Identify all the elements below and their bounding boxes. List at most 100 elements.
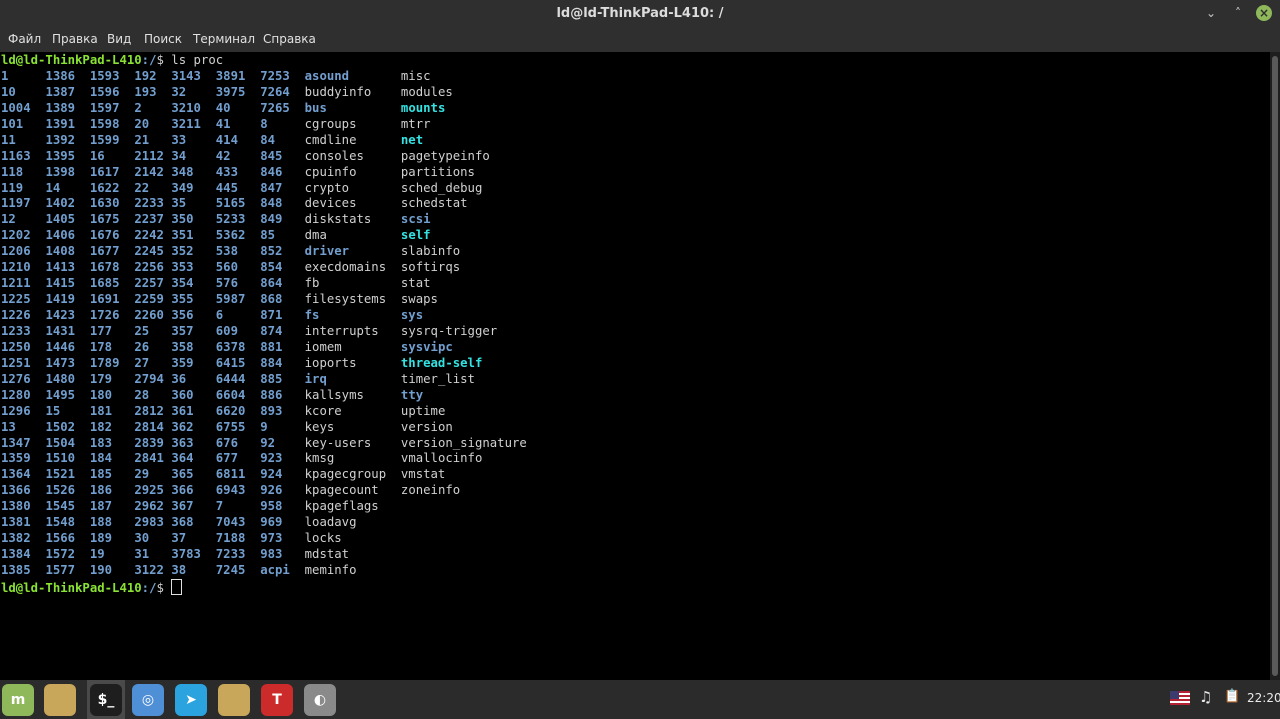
ls-entry: 1446	[45, 339, 76, 354]
ls-entry: 1480	[45, 371, 76, 386]
files-folder-icon[interactable]	[44, 684, 76, 716]
ls-entry: 348	[171, 164, 194, 179]
ls-entry: 849	[260, 212, 283, 227]
ls-entry: 1384	[1, 547, 31, 562]
ls-entry: 1597	[89, 100, 120, 115]
ls-entry: 19	[89, 547, 105, 562]
ls-entry: 1391	[45, 116, 76, 131]
ls-entry: vmstat	[400, 467, 446, 482]
menu-file[interactable]: Файл	[8, 32, 41, 46]
ls-entry: 1572	[45, 547, 76, 562]
ls-entry: crypto	[304, 180, 350, 195]
ls-entry: timer_list	[400, 371, 475, 386]
prompt-user-host: ld@ld-ThinkPad-L410	[1, 53, 142, 67]
menu-terminal[interactable]: Терминал	[193, 32, 255, 46]
ls-entry: 34	[171, 148, 187, 163]
ls-entry: sysvipc	[400, 339, 453, 354]
telegram-icon[interactable]: ➤	[175, 684, 207, 716]
ls-entry: diskstats	[304, 212, 372, 227]
chromium-icon[interactable]: ◎	[132, 684, 164, 716]
close-button[interactable]: ×	[1256, 5, 1272, 21]
ls-entry: 360	[171, 387, 194, 402]
ls-entry: kallsyms	[304, 387, 364, 402]
window-titlebar[interactable]: ld@ld-ThinkPad-L410: / ⌄ ˄ ×	[0, 0, 1280, 28]
ls-entry: 181	[89, 403, 113, 418]
settings-app-icon[interactable]: ◐	[304, 684, 336, 716]
ls-entry: 983	[260, 547, 283, 562]
ls-entry: 9	[260, 419, 268, 434]
menu-help[interactable]: Справка	[263, 32, 316, 46]
clock[interactable]: 22:20	[1247, 691, 1280, 705]
us-flag-icon[interactable]	[1170, 691, 1190, 708]
ls-entry: 969	[260, 515, 283, 530]
ls-entry: 433	[215, 164, 238, 179]
terminal-scrollbar[interactable]	[1270, 52, 1280, 680]
ls-entry: 365	[171, 467, 194, 482]
ls-entry: 1423	[45, 308, 76, 322]
ls-entry: 3211	[171, 116, 201, 131]
menu-view[interactable]: Вид	[107, 32, 131, 46]
ls-entry: 1233	[1, 323, 31, 338]
ls-entry: 6415	[215, 355, 246, 370]
menu-edit[interactable]: Правка	[52, 32, 98, 46]
ls-entry: 2260	[134, 308, 164, 322]
ls-entry: 874	[260, 323, 283, 338]
ls-entry: 3783	[171, 547, 201, 562]
ls-entry: ioports	[304, 355, 357, 370]
mint-menu-icon[interactable]: m	[2, 684, 34, 716]
ls-entry: kpageflags	[304, 499, 379, 514]
ls-entry: 5233	[215, 212, 246, 227]
app-red-icon[interactable]: T	[261, 684, 293, 716]
terminal-text: ld@ld-ThinkPad-L410:/$ ls proc 1 1386 15…	[1, 53, 527, 597]
ls-entry: 358	[171, 339, 194, 354]
ls-entry: 361	[171, 403, 194, 418]
prompt-path: :/	[141, 53, 157, 67]
ls-entry: 885	[260, 371, 283, 386]
terminal-icon[interactable]: $_	[90, 684, 122, 716]
ls-entry: 2242	[134, 228, 164, 243]
ls-entry: 414	[215, 132, 238, 147]
ls-entry: version	[400, 419, 453, 434]
scrollbar-thumb[interactable]	[1272, 56, 1278, 676]
ls-entry: 5987	[215, 292, 246, 307]
maximize-button[interactable]: ˄	[1230, 5, 1246, 21]
ls-entry: 1630	[89, 196, 120, 211]
folder-icon[interactable]	[218, 684, 250, 716]
ls-entry: 1	[1, 68, 9, 83]
ls-entry: 1226	[1, 308, 31, 322]
ls-entry: 6	[215, 308, 224, 322]
ls-entry: fs	[304, 308, 320, 322]
ls-entry: 1382	[1, 531, 31, 546]
menu-search[interactable]: Поиск	[144, 32, 182, 46]
ls-entry: 1251	[1, 355, 31, 370]
clipboard-icon[interactable]: 📋	[1224, 689, 1240, 704]
ls-entry: 7265	[260, 100, 290, 115]
ls-entry: 864	[260, 276, 283, 291]
ls-entry: 14	[45, 180, 61, 195]
prompt-symbol: $	[156, 580, 172, 595]
sound-icon[interactable]: ♫	[1199, 688, 1212, 706]
ls-entry: 871	[260, 308, 283, 322]
prompt-symbol: $	[156, 53, 172, 67]
ls-entry: interrupts	[304, 323, 379, 338]
ls-entry: 7233	[215, 547, 246, 562]
ls-entry: schedstat	[400, 196, 468, 211]
ls-entry: 881	[260, 339, 283, 354]
ls-entry: 26	[134, 339, 150, 354]
ls-entry: 3122	[134, 563, 164, 577]
ls-entry: swaps	[400, 292, 438, 307]
ls-entry: 445	[215, 180, 238, 195]
ls-entry: 1596	[89, 84, 120, 99]
ls-entry: 1405	[45, 212, 76, 227]
ls-entry: 184	[89, 451, 113, 466]
ls-entry: 28	[134, 387, 150, 402]
ls-entry: 7264	[260, 84, 290, 99]
terminal-output-area[interactable]: ld@ld-ThinkPad-L410:/$ ls proc 1 1386 15…	[0, 52, 1270, 680]
ls-entry: 27	[134, 355, 150, 370]
ls-entry: 185	[89, 467, 113, 482]
minimize-button[interactable]: ⌄	[1203, 5, 1219, 21]
ls-entry: kpagecgroup	[304, 467, 387, 482]
ls-entry: loadavg	[304, 515, 357, 530]
ls-entry: fb	[304, 276, 320, 291]
ls-entry: misc	[400, 68, 431, 83]
